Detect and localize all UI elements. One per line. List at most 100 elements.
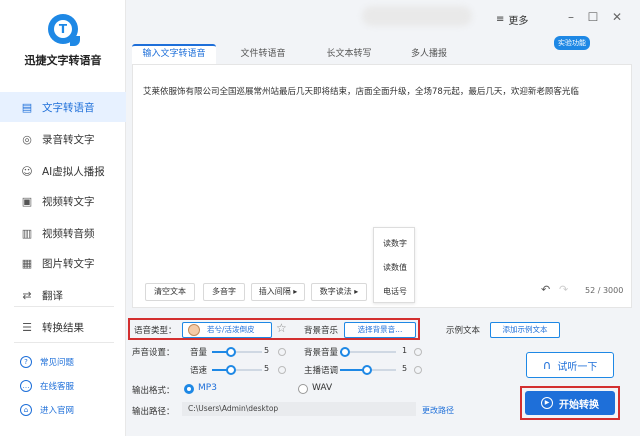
preview-button[interactable]: ∩ 试听一下 xyxy=(526,352,614,378)
sidebar-item-video-to-text[interactable]: ▣ 视频转文字 xyxy=(0,186,126,216)
play-icon: ▶ xyxy=(541,397,553,409)
more-menu[interactable]: ≡ 更多 xyxy=(496,12,528,27)
speed-slider[interactable] xyxy=(212,365,262,375)
ai-icon: ☺ xyxy=(21,164,33,178)
speed-knob[interactable] xyxy=(226,365,236,375)
tab-multi-speaker[interactable]: 多人播报 xyxy=(394,44,464,64)
sidebar-divider xyxy=(14,306,114,307)
app-name: 迅捷文字转语音 xyxy=(24,54,102,67)
sound-settings-label: 声音设置： xyxy=(132,348,175,358)
pitch-knob[interactable] xyxy=(362,365,372,375)
reset-icon[interactable] xyxy=(278,366,286,374)
result-icon: ☰ xyxy=(22,320,32,334)
reset-icon[interactable] xyxy=(414,348,422,356)
start-convert-button[interactable]: ▶ 开始转换 xyxy=(525,391,615,415)
popup-item-phone[interactable]: 电话号 xyxy=(374,286,416,297)
number-reading-button[interactable]: 数字读法 ▸ xyxy=(311,283,367,301)
main-panel: ≡ 更多 – ☐ ✕ 输入文字转语音 文件转语音 长文本转写 多人播报 实验功能… xyxy=(126,0,640,436)
image-icon: ▦ xyxy=(21,256,33,270)
sidebar-item-label: 视频转文字 xyxy=(42,195,95,208)
sidebar-item-recording-to-text[interactable]: ◎ 录音转文字 xyxy=(0,124,126,154)
format-mp3-radio[interactable] xyxy=(184,384,194,394)
tab-text-to-speech[interactable]: 输入文字转语音 xyxy=(132,44,216,64)
format-wav-label: WAV xyxy=(312,383,333,393)
path-label: 输出路径： xyxy=(132,407,175,417)
volume-knob[interactable] xyxy=(226,347,236,357)
caret-right-icon: ▸ xyxy=(293,287,298,296)
video-audio-icon: ▥ xyxy=(21,226,33,240)
volume-label: 音量 xyxy=(190,348,208,358)
tab-long-text[interactable]: 长文本转写 xyxy=(312,44,386,64)
output-path-field[interactable]: C:\Users\Admin\desktop xyxy=(182,402,416,416)
video-icon: ▣ xyxy=(21,194,33,208)
bg-volume-label: 背景音量 xyxy=(304,348,339,358)
translate-icon: ⇄ xyxy=(22,288,32,302)
start-highlight: ▶ 开始转换 xyxy=(520,386,620,420)
redo-icon[interactable]: ↷ xyxy=(559,283,568,296)
sidebar-item-results[interactable]: ☰ 转换结果 xyxy=(0,312,126,342)
pitch-value: 5 xyxy=(402,364,408,373)
maximize-icon[interactable]: ☐ xyxy=(586,10,600,24)
popup-item-read-value[interactable]: 读数值 xyxy=(374,262,416,273)
sidebar-item-label: 录音转文字 xyxy=(42,133,95,146)
question-icon: ? xyxy=(20,356,32,368)
clear-text-button[interactable]: 清空文本 xyxy=(145,283,195,301)
bg-music-button[interactable]: 选择背景音... xyxy=(344,322,416,338)
footer-online-service[interactable]: … 在线客服 xyxy=(0,376,126,396)
format-wav-radio[interactable] xyxy=(298,384,308,394)
star-icon[interactable]: ☆ xyxy=(276,321,287,335)
close-icon[interactable]: ✕ xyxy=(610,10,624,24)
sidebar-item-ai-avatar[interactable]: ☺ AI虚拟人播报 xyxy=(0,156,126,186)
bg-volume-knob[interactable] xyxy=(340,347,350,357)
char-count: 52 / 3000 xyxy=(585,286,624,295)
voice-type-label: 语音类型： xyxy=(134,326,177,336)
editor-content[interactable]: 艾莱依服饰有限公司全国巡展常州站最后几天即将结束，店面全面升级，全场78元起，最… xyxy=(143,85,623,97)
sidebar-item-label: 文字转语音 xyxy=(42,101,95,114)
headphones-icon: ∩ xyxy=(542,358,552,372)
popup-item-read-digits[interactable]: 读数字 xyxy=(374,238,416,249)
title-bar: ≡ 更多 – ☐ ✕ xyxy=(126,0,640,40)
sidebar-item-text-to-speech[interactable]: ▤ 文字转语音 xyxy=(0,92,126,122)
footer-faq[interactable]: ? 常见问题 xyxy=(0,352,126,372)
chat-icon: … xyxy=(20,380,32,392)
polyphone-button[interactable]: 多音字 xyxy=(203,283,245,301)
sidebar-item-label: 视频转音频 xyxy=(42,227,95,240)
insert-pause-button[interactable]: 插入间隔 ▸ xyxy=(251,283,305,301)
bg-volume-slider[interactable] xyxy=(340,347,396,357)
text-editor[interactable]: 艾莱依服饰有限公司全国巡展常州站最后几天即将结束，店面全面升级，全场78元起，最… xyxy=(132,64,632,308)
speed-label: 语速 xyxy=(190,366,208,376)
change-path-link[interactable]: 更改路径 xyxy=(422,405,454,416)
format-label: 输出格式： xyxy=(132,386,175,396)
sidebar-item-image-to-text[interactable]: ▦ 图片转文字 xyxy=(0,248,126,278)
format-mp3-label: MP3 xyxy=(198,383,217,393)
volume-slider[interactable] xyxy=(212,347,262,357)
pitch-slider[interactable] xyxy=(340,365,396,375)
volume-value: 5 xyxy=(264,346,270,355)
app-logo: T xyxy=(48,14,80,46)
minimize-icon[interactable]: – xyxy=(564,10,578,24)
number-reading-popup: 读数字 读数值 电话号 xyxy=(373,227,415,303)
voice-select-button[interactable]: 若兮/活泼倒皮 xyxy=(182,322,272,338)
reset-icon[interactable] xyxy=(278,348,286,356)
sidebar: T 迅捷文字转语音 ▤ 文字转语音 ◎ 录音转文字 ☺ AI虚拟人播报 ▣ 视频… xyxy=(0,0,126,436)
add-example-button[interactable]: 添加示例文本 xyxy=(490,322,560,338)
sidebar-item-video-to-audio[interactable]: ▥ 视频转音频 xyxy=(0,218,126,248)
menu-icon: ≡ xyxy=(496,14,505,25)
undo-icon[interactable]: ↶ xyxy=(541,283,550,296)
sidebar-item-label: 图片转文字 xyxy=(42,257,95,270)
microphone-icon: ◎ xyxy=(22,132,32,146)
settings-panel: 语音类型： 若兮/活泼倒皮 ☆ 背景音乐 选择背景音... 示例文本 添加示例文… xyxy=(126,312,640,436)
sidebar-divider xyxy=(14,342,114,343)
sidebar-item-label: 转换结果 xyxy=(42,321,84,334)
example-text-label: 示例文本 xyxy=(446,326,481,336)
pitch-label: 主播语调 xyxy=(304,366,339,376)
reset-icon[interactable] xyxy=(414,366,422,374)
footer-website[interactable]: ⌂ 进入官网 xyxy=(0,400,126,420)
text-voice-icon: ▤ xyxy=(21,100,33,114)
caret-right-icon: ▸ xyxy=(354,287,359,296)
experimental-badge: 实验功能 xyxy=(554,36,590,50)
speed-value: 5 xyxy=(264,364,270,373)
avatar xyxy=(188,324,200,336)
tab-file-to-speech[interactable]: 文件转语音 xyxy=(226,44,300,64)
bg-volume-value: 1 xyxy=(402,346,408,355)
